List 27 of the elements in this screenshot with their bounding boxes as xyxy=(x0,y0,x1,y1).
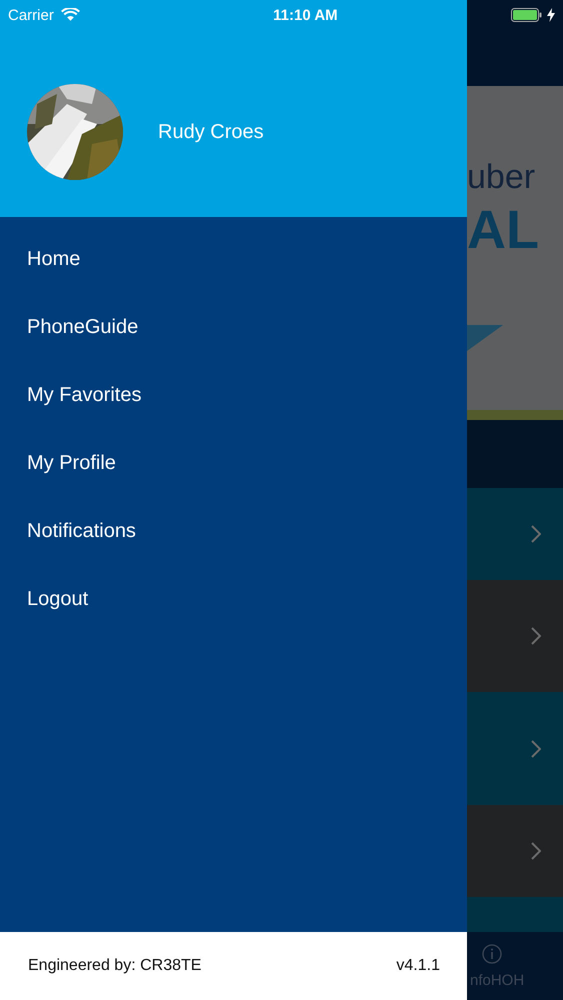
menu-item[interactable]: Notifications xyxy=(0,497,467,565)
version-text: v4.1.1 xyxy=(396,957,440,975)
charging-icon xyxy=(546,8,555,22)
banner-text: AL xyxy=(467,199,540,261)
banner-text: uber xyxy=(467,158,536,197)
chevron-icon xyxy=(531,525,541,543)
triangle-icon xyxy=(467,325,503,351)
list-row[interactable] xyxy=(467,580,563,692)
list-row[interactable] xyxy=(467,692,563,805)
menu-item[interactable]: My Favorites xyxy=(0,361,467,429)
chevron-icon xyxy=(531,842,541,860)
list-row[interactable] xyxy=(467,488,563,580)
chevron-icon xyxy=(531,627,541,645)
chevron-icon xyxy=(531,740,541,758)
menu-item[interactable]: Logout xyxy=(0,565,467,633)
user-name: Rudy Croes xyxy=(158,120,264,144)
list-row[interactable] xyxy=(467,805,563,897)
menu-item[interactable]: Home xyxy=(0,225,467,293)
battery-icon xyxy=(510,8,543,22)
info-icon[interactable] xyxy=(482,944,502,964)
clock-text: 11:10 AM xyxy=(272,6,338,24)
menu-item[interactable]: My Profile xyxy=(0,429,467,497)
carrier-text: Carrier xyxy=(8,6,54,24)
wifi-icon xyxy=(60,8,80,22)
credit-text: Engineered by: CR38TE xyxy=(28,957,202,975)
menu-item[interactable]: PhoneGuide xyxy=(0,293,467,361)
list-row[interactable] xyxy=(467,897,563,932)
